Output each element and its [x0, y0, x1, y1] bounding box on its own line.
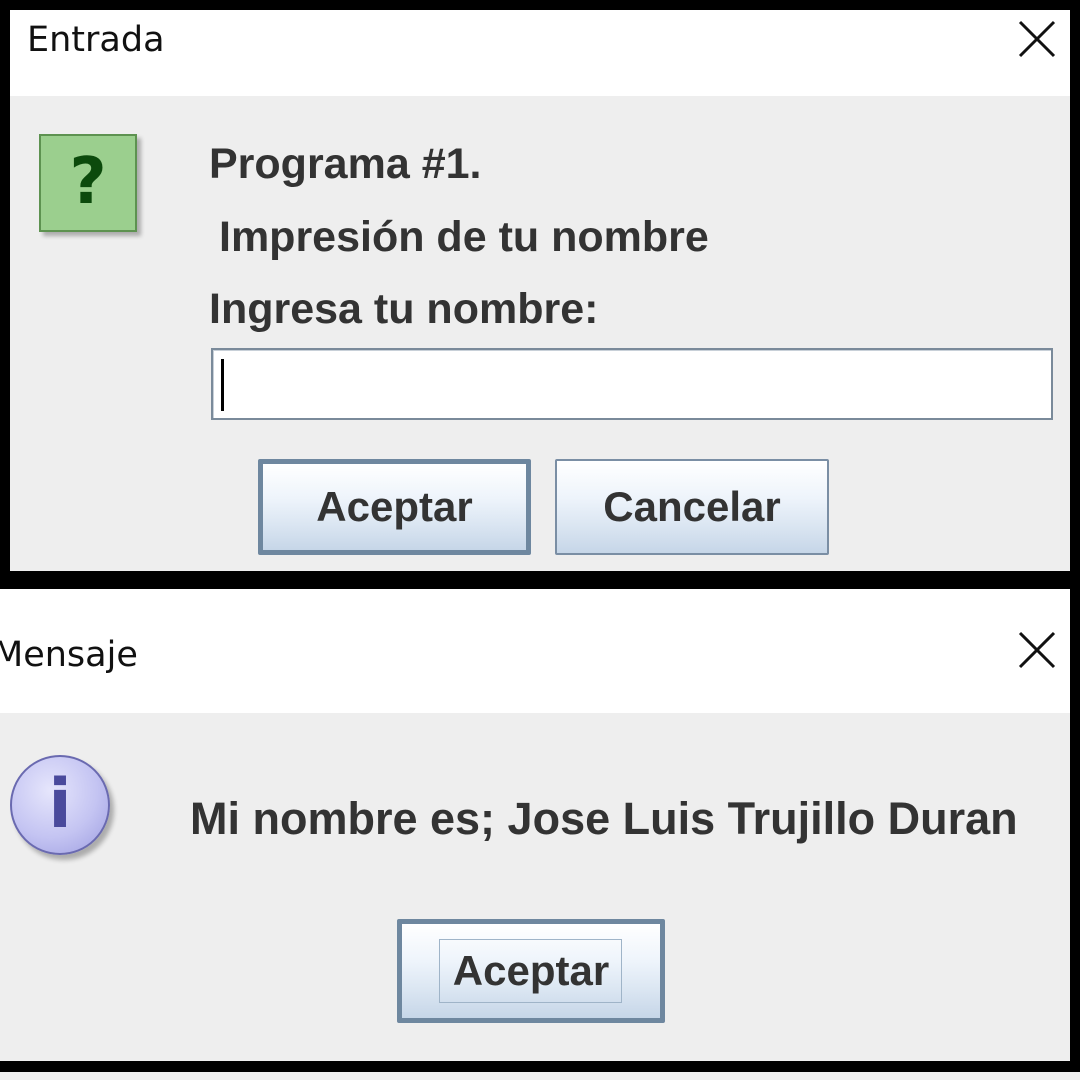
cancel-button[interactable]: Cancelar — [555, 459, 829, 555]
input-dialog-close-button[interactable] — [1014, 16, 1060, 62]
question-icon: ? — [39, 134, 137, 232]
message-dialog-close-button[interactable] — [1014, 627, 1060, 673]
close-icon — [1018, 631, 1056, 669]
name-input[interactable] — [211, 348, 1053, 420]
bottom-strip — [0, 1072, 1080, 1080]
name-prompt-label: Ingresa tu nombre: — [209, 285, 599, 333]
message-text: Mi nombre es; Jose Luis Trujillo Duran — [190, 793, 1018, 844]
accept-button-label: Aceptar — [316, 483, 473, 530]
accept-button[interactable]: Aceptar — [258, 459, 531, 555]
information-icon: i — [10, 755, 110, 855]
program-heading: Programa #1. — [209, 140, 482, 188]
input-dialog: Entrada ? Programa #1. Impresión de tu n… — [10, 10, 1070, 571]
message-dialog: Mensaje i Mi nombre es; Jose Luis Trujil… — [0, 589, 1070, 1061]
input-dialog-title: Entrada — [27, 20, 165, 60]
message-accept-button-label: Aceptar — [452, 947, 610, 994]
close-icon — [1018, 20, 1056, 58]
input-dialog-titlebar[interactable]: Entrada — [10, 10, 1070, 96]
message-dialog-title: Mensaje — [0, 635, 138, 675]
message-accept-button[interactable]: Aceptar — [397, 919, 665, 1023]
program-subtitle: Impresión de tu nombre — [219, 213, 709, 261]
cancel-button-label: Cancelar — [603, 483, 781, 530]
message-dialog-titlebar[interactable]: Mensaje — [0, 589, 1070, 713]
text-caret — [221, 359, 224, 411]
